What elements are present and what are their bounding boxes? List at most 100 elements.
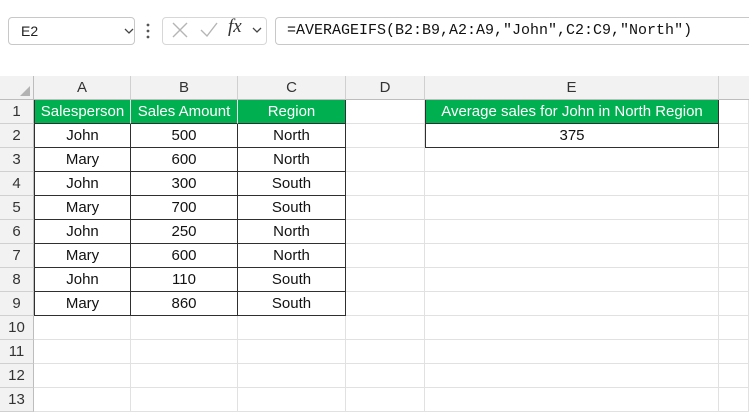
cell[interactable] bbox=[346, 292, 425, 316]
table-cell[interactable]: 600 bbox=[131, 148, 238, 172]
insert-function-icon[interactable]: fx bbox=[228, 16, 242, 38]
table-cell[interactable]: 250 bbox=[131, 220, 238, 244]
cell[interactable] bbox=[34, 340, 131, 364]
table-cell[interactable]: 110 bbox=[131, 268, 238, 292]
row-header-2[interactable]: 2 bbox=[0, 124, 34, 148]
cell[interactable] bbox=[34, 364, 131, 388]
cell[interactable] bbox=[425, 388, 719, 412]
cell[interactable] bbox=[34, 388, 131, 412]
table-cell[interactable]: Mary bbox=[34, 148, 131, 172]
cell[interactable] bbox=[425, 148, 719, 172]
row-header-6[interactable]: 6 bbox=[0, 220, 34, 244]
table-cell[interactable]: John bbox=[34, 172, 131, 196]
cell[interactable] bbox=[425, 172, 719, 196]
table-cell[interactable]: 600 bbox=[131, 244, 238, 268]
cell[interactable] bbox=[425, 340, 719, 364]
column-header-a[interactable]: A bbox=[34, 76, 131, 100]
row-header-1[interactable]: 1 bbox=[0, 100, 34, 124]
table-cell[interactable]: South bbox=[238, 292, 346, 316]
cell[interactable] bbox=[719, 388, 749, 412]
row-header-10[interactable]: 10 bbox=[0, 316, 34, 340]
cell[interactable] bbox=[425, 196, 719, 220]
table-cell[interactable]: 860 bbox=[131, 292, 238, 316]
table-cell[interactable]: North bbox=[238, 220, 346, 244]
cell[interactable] bbox=[719, 148, 749, 172]
table-cell[interactable]: Mary bbox=[34, 244, 131, 268]
table-cell[interactable]: North bbox=[238, 244, 346, 268]
row-header-5[interactable]: 5 bbox=[0, 196, 34, 220]
table-cell[interactable]: Mary bbox=[34, 292, 131, 316]
cell[interactable] bbox=[346, 148, 425, 172]
cell[interactable] bbox=[425, 292, 719, 316]
cell[interactable] bbox=[425, 316, 719, 340]
table-cell[interactable]: 300 bbox=[131, 172, 238, 196]
more-options-icon[interactable] bbox=[146, 22, 150, 40]
cell[interactable] bbox=[719, 340, 749, 364]
column-header-b[interactable]: B bbox=[131, 76, 238, 100]
column-header-e[interactable]: E bbox=[425, 76, 719, 100]
cell[interactable] bbox=[719, 124, 749, 148]
cell[interactable] bbox=[238, 340, 346, 364]
table-cell[interactable]: South bbox=[238, 268, 346, 292]
cell[interactable] bbox=[719, 316, 749, 340]
cell[interactable] bbox=[131, 316, 238, 340]
cell[interactable] bbox=[346, 100, 425, 124]
cell[interactable] bbox=[425, 364, 719, 388]
cell[interactable] bbox=[346, 124, 425, 148]
cell[interactable] bbox=[346, 244, 425, 268]
row-header-13[interactable]: 13 bbox=[0, 388, 34, 412]
row-header-12[interactable]: 12 bbox=[0, 364, 34, 388]
table-cell[interactable]: John bbox=[34, 220, 131, 244]
table-cell[interactable]: North bbox=[238, 124, 346, 148]
row-header-4[interactable]: 4 bbox=[0, 172, 34, 196]
cell[interactable] bbox=[238, 364, 346, 388]
column-header-next[interactable] bbox=[719, 76, 749, 100]
cell[interactable] bbox=[425, 268, 719, 292]
name-box[interactable]: E2 bbox=[8, 17, 135, 45]
cell[interactable] bbox=[346, 172, 425, 196]
cell[interactable] bbox=[719, 244, 749, 268]
check-icon[interactable] bbox=[199, 21, 219, 39]
cell[interactable] bbox=[346, 268, 425, 292]
table-cell[interactable]: John bbox=[34, 268, 131, 292]
cell[interactable] bbox=[719, 172, 749, 196]
cell[interactable] bbox=[719, 292, 749, 316]
chevron-down-icon[interactable] bbox=[124, 26, 134, 36]
table-header-cell[interactable]: Sales Amount bbox=[131, 100, 238, 124]
cell[interactable] bbox=[131, 364, 238, 388]
column-header-d[interactable]: D bbox=[346, 76, 425, 100]
cell[interactable] bbox=[719, 268, 749, 292]
cell[interactable] bbox=[346, 388, 425, 412]
cell[interactable] bbox=[34, 316, 131, 340]
table-header-cell[interactable]: Salesperson bbox=[34, 100, 131, 124]
result-header-cell[interactable]: Average sales for John in North Region bbox=[425, 100, 719, 124]
cell[interactable] bbox=[719, 364, 749, 388]
table-cell[interactable]: 700 bbox=[131, 196, 238, 220]
row-header-3[interactable]: 3 bbox=[0, 148, 34, 172]
row-header-7[interactable]: 7 bbox=[0, 244, 34, 268]
table-cell[interactable]: 500 bbox=[131, 124, 238, 148]
table-cell[interactable]: South bbox=[238, 196, 346, 220]
cell[interactable] bbox=[131, 340, 238, 364]
cell[interactable] bbox=[346, 340, 425, 364]
row-header-8[interactable]: 8 bbox=[0, 268, 34, 292]
cell[interactable] bbox=[346, 220, 425, 244]
table-cell[interactable]: Mary bbox=[34, 196, 131, 220]
cell[interactable] bbox=[131, 388, 238, 412]
cancel-icon[interactable] bbox=[171, 21, 189, 39]
cell[interactable] bbox=[719, 196, 749, 220]
row-header-9[interactable]: 9 bbox=[0, 292, 34, 316]
cell[interactable] bbox=[346, 364, 425, 388]
table-cell[interactable]: John bbox=[34, 124, 131, 148]
row-header-11[interactable]: 11 bbox=[0, 340, 34, 364]
result-value-cell[interactable]: 375 bbox=[425, 124, 719, 148]
cell[interactable] bbox=[346, 196, 425, 220]
table-cell[interactable]: South bbox=[238, 172, 346, 196]
cell[interactable] bbox=[719, 220, 749, 244]
formula-input[interactable]: =AVERAGEIFS(B2:B9,A2:A9,"John",C2:C9,"No… bbox=[275, 17, 749, 45]
cell[interactable] bbox=[719, 100, 749, 124]
cell[interactable] bbox=[238, 316, 346, 340]
cell[interactable] bbox=[238, 388, 346, 412]
chevron-down-icon[interactable] bbox=[252, 25, 262, 35]
cell[interactable] bbox=[346, 316, 425, 340]
